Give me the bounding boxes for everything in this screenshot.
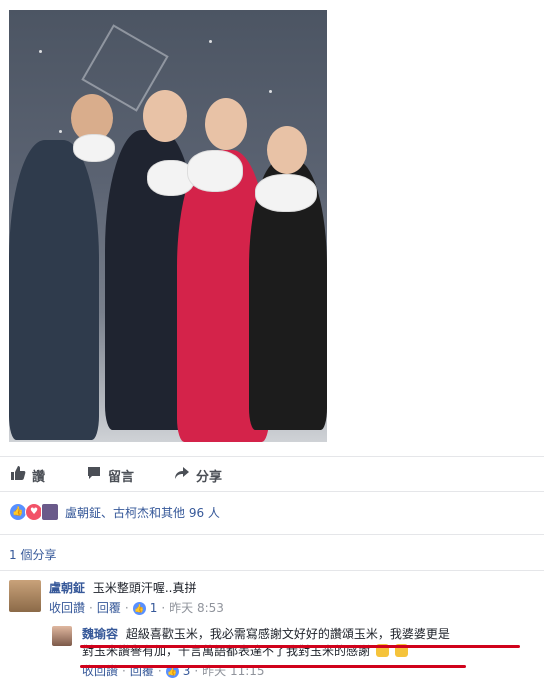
highlight-underline <box>80 665 466 668</box>
reactions-names[interactable]: 盧朝鉦、古柯杰和其他 96 人 <box>65 504 220 521</box>
comment-time[interactable]: 昨天 8:53 <box>169 600 224 617</box>
person-photographer <box>9 140 99 440</box>
like-count[interactable]: 1 <box>150 600 158 617</box>
post-action-bar: 讚 留言 分享 <box>0 456 544 492</box>
highlight-underline <box>80 645 520 648</box>
avatar[interactable] <box>52 626 72 646</box>
comment-item: 盧朝鉦 玉米整頭汗喔..真拼 收回讚 · 回覆 · 👍 1 · 昨天 8:53 <box>9 580 224 617</box>
comment-text-line1: 超級喜歡玉米，我必需寫感謝文好好的讚頌玉米，我婆婆更是 <box>125 627 450 641</box>
prop-sign <box>255 174 317 212</box>
comment-author[interactable]: 魏瑜容 <box>82 627 118 641</box>
reactions-summary[interactable]: 👍 ♥ 盧朝鉦、古柯杰和其他 96 人 <box>9 500 220 524</box>
thumbs-up-icon <box>10 465 26 485</box>
comment-text: 玉米整頭汗喔..真拼 <box>92 581 197 595</box>
avatar[interactable] <box>9 580 41 612</box>
prop-sign <box>187 150 243 192</box>
divider <box>0 570 544 571</box>
comment-button[interactable]: 留言 <box>86 465 134 485</box>
comment-author[interactable]: 盧朝鉦 <box>49 581 85 595</box>
shares-count[interactable]: 1 個分享 <box>9 546 56 563</box>
post-photo[interactable] <box>9 10 327 442</box>
reply-link[interactable]: 回覆 <box>97 600 121 617</box>
unlike-link[interactable]: 收回讚 <box>49 600 85 617</box>
share-arrow-icon <box>174 465 190 485</box>
like-button[interactable]: 讚 <box>10 465 45 485</box>
avatar-icon <box>41 503 59 521</box>
speech-bubble-icon <box>86 465 102 485</box>
like-badge-icon: 👍 <box>132 602 146 615</box>
comment-reply-item: 魏瑜容 超級喜歡玉米，我必需寫感謝文好好的讚頌玉米，我婆婆更是 對玉米讚譽有加，… <box>52 626 450 680</box>
share-button[interactable]: 分享 <box>174 465 222 485</box>
prop-sign <box>73 134 115 162</box>
divider <box>0 534 544 535</box>
